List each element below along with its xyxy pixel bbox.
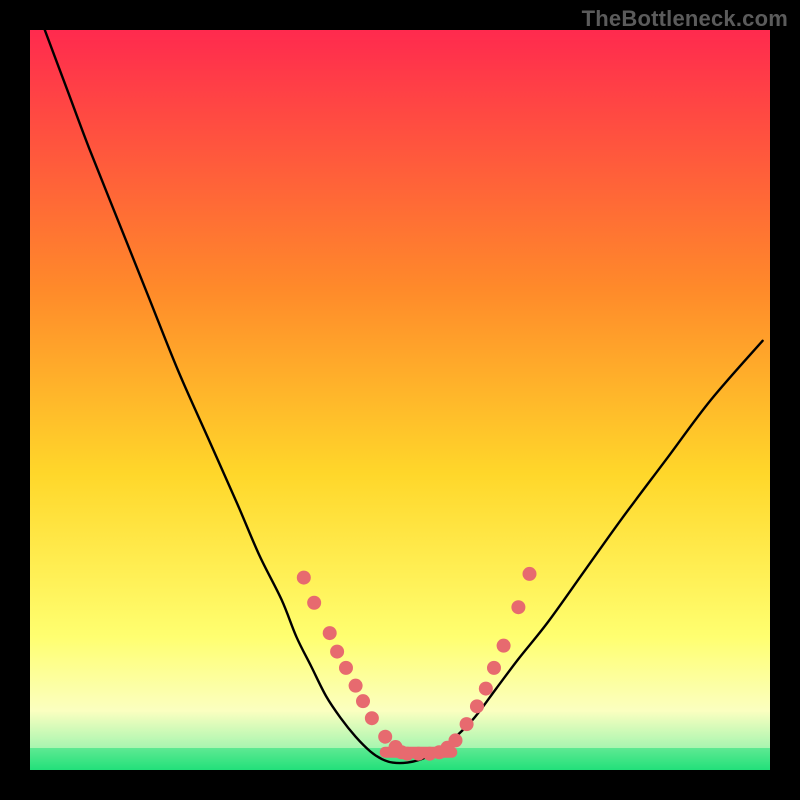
data-marker	[339, 661, 353, 675]
data-marker	[378, 730, 392, 744]
data-marker	[297, 571, 311, 585]
data-marker	[497, 639, 511, 653]
gradient-background	[30, 30, 770, 770]
data-marker	[449, 733, 463, 747]
data-marker	[323, 626, 337, 640]
watermark-text: TheBottleneck.com	[582, 6, 788, 32]
chart-frame: TheBottleneck.com	[0, 0, 800, 800]
bottleneck-chart-svg	[30, 30, 770, 770]
data-marker	[487, 661, 501, 675]
plot-area	[30, 30, 770, 770]
data-marker	[330, 645, 344, 659]
data-marker	[349, 679, 363, 693]
data-marker	[356, 694, 370, 708]
data-marker	[365, 711, 379, 725]
data-marker	[307, 596, 321, 610]
data-marker	[479, 682, 493, 696]
data-marker	[511, 600, 525, 614]
data-marker	[470, 699, 484, 713]
data-marker	[523, 567, 537, 581]
data-marker	[460, 717, 474, 731]
